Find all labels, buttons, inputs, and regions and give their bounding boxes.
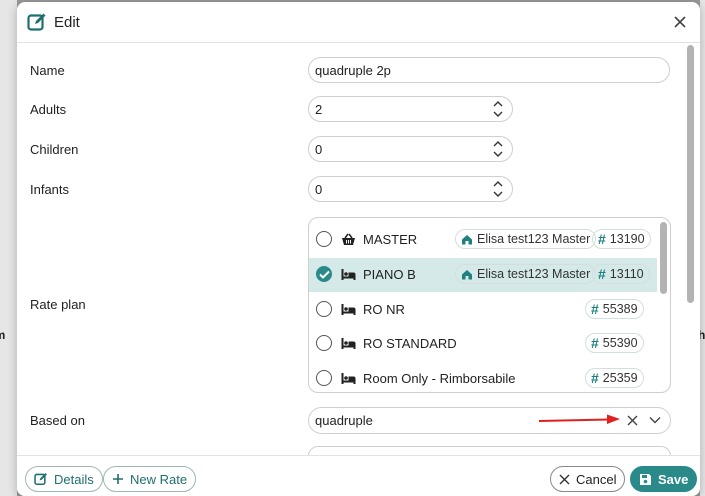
property-badge: Elisa test123 Master — [455, 229, 597, 249]
rate-plan-scrollbar[interactable] — [660, 222, 667, 294]
radio-button[interactable] — [316, 231, 332, 247]
background-left-panel — [0, 0, 17, 496]
based-on-label: Based on — [30, 413, 85, 428]
property-badge: Elisa test123 Master — [455, 264, 597, 284]
rate-plan-code: 13110 — [609, 267, 644, 281]
name-label: Name — [30, 63, 65, 78]
rate-plan-label: Rate plan — [30, 297, 86, 312]
chevron-down-icon[interactable] — [492, 150, 504, 159]
dialog-body: Name quadruple 2p Adults 2 Children 0 In… — [17, 43, 700, 455]
hash-icon: # — [591, 370, 599, 386]
hash-icon: # — [591, 301, 599, 317]
dialog-title: Edit — [54, 14, 80, 31]
hash-icon: # — [591, 335, 599, 351]
code-badge: # 55389 — [585, 299, 644, 319]
rate-plan-list[interactable]: MASTER Elisa test123 Master # 13190 PIAN… — [308, 217, 671, 393]
background-text-left: oom — [0, 328, 5, 342]
chevron-down-icon[interactable] — [492, 110, 504, 119]
property-name: Elisa test123 Master — [477, 232, 591, 246]
bed-icon — [341, 304, 356, 315]
plus-icon — [113, 474, 123, 484]
next-field-partial[interactable] — [308, 446, 671, 455]
rate-plan-code: 55389 — [602, 302, 638, 316]
infants-spinner[interactable] — [492, 179, 504, 199]
based-on-value: quadruple — [315, 413, 373, 428]
infants-input[interactable]: 0 — [308, 176, 513, 202]
edit-dialog: Edit Name quadruple 2p Adults 2 Children… — [17, 2, 700, 496]
chevron-up-icon[interactable] — [492, 139, 504, 148]
adults-spinner[interactable] — [492, 99, 504, 119]
code-badge: # 55390 — [585, 333, 644, 353]
save-icon — [640, 473, 651, 485]
rate-plan-item[interactable]: RO NR # 55389 — [309, 293, 657, 327]
children-spinner[interactable] — [492, 139, 504, 159]
home-icon — [462, 269, 472, 279]
radio-button[interactable] — [316, 301, 332, 317]
rate-plan-name: Room Only - Rimborsabile — [363, 371, 516, 386]
code-badge: # 13190 — [592, 229, 651, 249]
dialog-header: Edit — [17, 2, 700, 43]
bed-icon — [341, 373, 356, 384]
radio-button[interactable] — [316, 370, 332, 386]
rate-plan-item[interactable]: PIANO B Elisa test123 Master # 13110 — [309, 258, 657, 292]
hash-icon: # — [598, 231, 606, 247]
edit-icon — [34, 473, 47, 486]
code-badge: # 13110 — [592, 264, 650, 284]
rate-plan-item[interactable]: Room Only - Rimborsabile # 25359 — [309, 362, 657, 392]
bed-icon — [341, 338, 356, 349]
adults-label: Adults — [30, 102, 67, 117]
clear-icon[interactable] — [627, 415, 638, 426]
background-right-panel — [700, 0, 705, 496]
bed-icon — [341, 269, 356, 280]
adults-input[interactable]: 2 — [308, 96, 513, 122]
cancel-button[interactable]: Cancel — [550, 466, 626, 492]
name-input[interactable]: quadruple 2p — [308, 57, 670, 83]
children-label: Children — [30, 142, 79, 157]
rate-plan-name: RO NR — [363, 302, 405, 317]
annotation-arrow — [539, 414, 620, 424]
cancel-button-label: Cancel — [576, 471, 617, 487]
close-icon — [559, 474, 570, 484]
chevron-down-icon[interactable] — [649, 416, 661, 424]
rate-plan-name: PIANO B — [363, 267, 416, 282]
code-badge: # 25359 — [585, 368, 644, 388]
infants-input-value: 0 — [315, 181, 323, 197]
rate-plan-name: RO STANDARD — [363, 336, 457, 351]
home-icon — [462, 234, 472, 244]
rate-plan-item[interactable]: RO STANDARD # 55390 — [309, 327, 657, 361]
close-icon[interactable] — [672, 14, 688, 30]
basket-icon — [342, 233, 355, 245]
children-input[interactable]: 0 — [308, 136, 513, 162]
dialog-footer: Details New Rate Cancel Save — [17, 455, 700, 496]
chevron-down-icon[interactable] — [492, 190, 504, 199]
new-rate-button-label: New Rate — [130, 471, 188, 487]
save-button[interactable]: Save — [630, 466, 698, 492]
radio-button-checked[interactable] — [316, 266, 332, 282]
check-icon — [319, 270, 330, 279]
chevron-up-icon[interactable] — [492, 179, 504, 188]
rate-plan-code: 55390 — [602, 336, 638, 350]
rate-plan-item[interactable]: MASTER Elisa test123 Master # 13190 — [309, 223, 657, 257]
edit-icon — [27, 13, 46, 31]
rate-plan-code: 25359 — [602, 371, 638, 385]
adults-input-value: 2 — [315, 101, 323, 117]
rate-plan-code: 13190 — [609, 232, 645, 246]
details-button[interactable]: Details — [25, 466, 103, 492]
hash-icon: # — [598, 266, 606, 282]
name-input-value: quadruple 2p — [315, 62, 391, 78]
radio-button[interactable] — [316, 335, 332, 351]
rate-plan-name: MASTER — [363, 232, 418, 247]
children-input-value: 0 — [315, 141, 323, 157]
infants-label: Infants — [30, 182, 70, 197]
new-rate-button[interactable]: New Rate — [103, 466, 197, 492]
property-name: Elisa test123 Master — [477, 267, 591, 281]
details-button-label: Details — [54, 471, 94, 487]
dialog-scrollbar[interactable] — [687, 45, 694, 303]
save-button-label: Save — [658, 471, 689, 487]
chevron-up-icon[interactable] — [492, 99, 504, 108]
